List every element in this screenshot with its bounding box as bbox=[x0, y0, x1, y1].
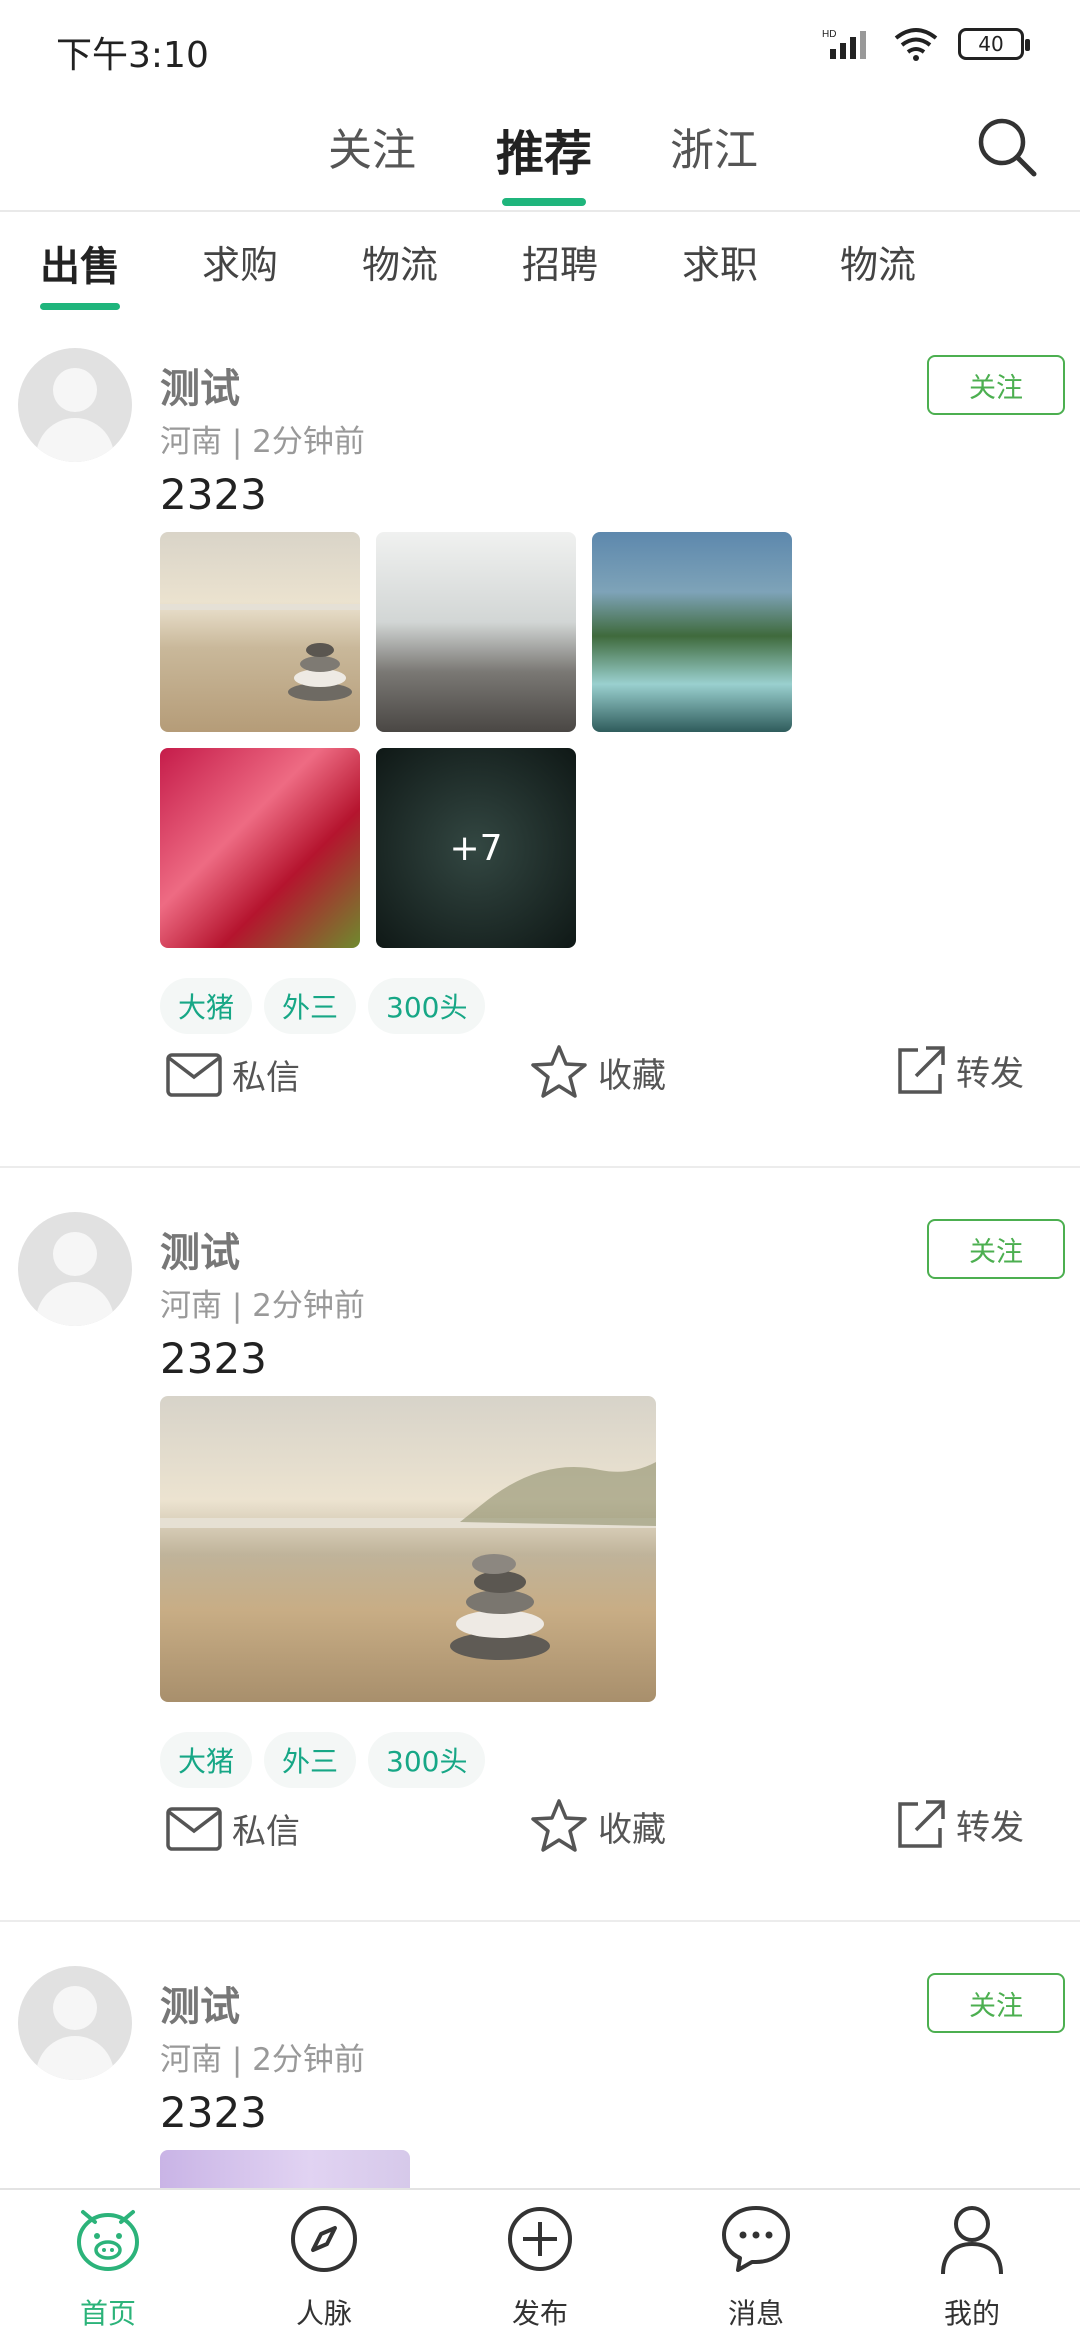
follow-button[interactable]: 关注 bbox=[927, 1973, 1065, 2033]
user-icon bbox=[941, 2206, 1003, 2275]
tag[interactable]: 300头 bbox=[368, 978, 486, 1034]
post-divider bbox=[0, 1920, 1080, 1922]
post-content: 2323 bbox=[160, 1334, 267, 1383]
nav-label: 消息 bbox=[727, 2297, 784, 2330]
post-image-leaf[interactable] bbox=[160, 748, 360, 948]
nav-home[interactable]: 首页 bbox=[38, 2204, 178, 2334]
chat-bubble-icon bbox=[722, 2206, 790, 2272]
post-meta: 河南 | 2分钟前 bbox=[160, 2042, 365, 2078]
active-tab-indicator bbox=[502, 198, 586, 206]
favorite-button[interactable]: 收藏 bbox=[530, 1798, 666, 1854]
follow-button[interactable]: 关注 bbox=[927, 1219, 1065, 1279]
status-bar: 下午3:10 HD 40 bbox=[0, 0, 1080, 90]
nav-publish[interactable]: 发布 bbox=[470, 2204, 610, 2334]
avatar[interactable] bbox=[18, 1212, 132, 1326]
battery-level: 40 bbox=[978, 32, 1004, 56]
plus-circle-icon bbox=[508, 2207, 572, 2271]
search-icon[interactable] bbox=[974, 114, 1040, 180]
category-tabs: 出售 求购 物流 招聘 求职 物流 bbox=[0, 212, 1080, 312]
category-tab-recruit[interactable]: 招聘 bbox=[522, 234, 598, 289]
wifi-icon bbox=[894, 28, 938, 61]
tag[interactable]: 外三 bbox=[264, 978, 357, 1034]
bottom-nav: 首页 人脉 发布 消息 我的 bbox=[0, 2188, 1080, 2340]
more-images-count: +7 bbox=[449, 827, 503, 869]
nav-profile[interactable]: 我的 bbox=[902, 2204, 1042, 2334]
nav-label: 首页 bbox=[79, 2297, 136, 2330]
category-tab-job-seek[interactable]: 求职 bbox=[682, 234, 758, 289]
post-meta: 河南 | 2分钟前 bbox=[160, 424, 365, 460]
stone-stack-graphic bbox=[160, 604, 360, 701]
top-tabs: 关注 推荐 浙江 bbox=[0, 100, 1080, 210]
star-icon bbox=[531, 1045, 587, 1098]
star-icon bbox=[531, 1799, 587, 1852]
post-username[interactable]: 测试 bbox=[160, 1220, 240, 1278]
category-tab-logistics-2[interactable]: 物流 bbox=[840, 234, 916, 289]
post-image-mountain[interactable] bbox=[376, 532, 576, 732]
post-image-partial[interactable] bbox=[160, 2150, 410, 2190]
post-image-beach[interactable] bbox=[160, 532, 360, 732]
favorite-button[interactable]: 收藏 bbox=[530, 1044, 666, 1100]
post-image-waterfall[interactable] bbox=[592, 532, 792, 732]
compass-icon bbox=[291, 2206, 357, 2272]
share-icon bbox=[898, 1800, 945, 1848]
tab-zhejiang[interactable]: 浙江 bbox=[670, 114, 758, 178]
share-button[interactable]: 转发 bbox=[896, 1798, 1024, 1850]
post-content: 2323 bbox=[160, 470, 267, 519]
post-username[interactable]: 测试 bbox=[160, 356, 240, 414]
mail-icon bbox=[166, 1052, 222, 1097]
post-image-beach-large[interactable] bbox=[160, 1396, 656, 1702]
message-button[interactable]: 私信 bbox=[166, 1050, 300, 1099]
signal-icon: HD bbox=[822, 29, 866, 59]
mail-icon bbox=[166, 1806, 222, 1851]
nav-contacts[interactable]: 人脉 bbox=[254, 2204, 394, 2334]
tab-follow[interactable]: 关注 bbox=[328, 114, 416, 178]
post-divider bbox=[0, 1166, 1080, 1168]
tab-recommend[interactable]: 推荐 bbox=[496, 114, 592, 206]
tag[interactable]: 大猪 bbox=[160, 1732, 253, 1788]
svg-text:HD: HD bbox=[822, 29, 836, 40]
post-meta: 河南 | 2分钟前 bbox=[160, 1288, 365, 1324]
nav-label: 人脉 bbox=[295, 2297, 352, 2330]
status-icons: HD 40 bbox=[822, 26, 1030, 62]
follow-button[interactable]: 关注 bbox=[927, 355, 1065, 415]
status-time: 下午3:10 bbox=[56, 35, 209, 76]
pig-home-icon bbox=[77, 2210, 139, 2271]
category-tab-sell[interactable]: 出售 bbox=[40, 234, 120, 310]
tag[interactable]: 300头 bbox=[368, 1732, 486, 1788]
battery-icon: 40 bbox=[958, 28, 1030, 60]
active-category-indicator bbox=[40, 303, 120, 310]
tag[interactable]: 大猪 bbox=[160, 978, 253, 1034]
avatar[interactable] bbox=[18, 348, 132, 462]
nav-label: 我的 bbox=[943, 2297, 1000, 2330]
nav-messages[interactable]: 消息 bbox=[686, 2204, 826, 2334]
avatar[interactable] bbox=[18, 1966, 132, 2080]
post-username[interactable]: 测试 bbox=[160, 1974, 240, 2032]
stone-stack-graphic bbox=[160, 1462, 656, 1660]
category-tab-buy[interactable]: 求购 bbox=[202, 234, 278, 289]
category-tab-logistics[interactable]: 物流 bbox=[362, 234, 438, 289]
message-button[interactable]: 私信 bbox=[166, 1804, 300, 1853]
share-button[interactable]: 转发 bbox=[896, 1044, 1024, 1096]
post-image-more[interactable]: +7 bbox=[376, 748, 576, 948]
nav-label: 发布 bbox=[511, 2297, 568, 2330]
share-icon bbox=[898, 1046, 945, 1094]
tag[interactable]: 外三 bbox=[264, 1732, 357, 1788]
post-content: 2323 bbox=[160, 2088, 267, 2137]
